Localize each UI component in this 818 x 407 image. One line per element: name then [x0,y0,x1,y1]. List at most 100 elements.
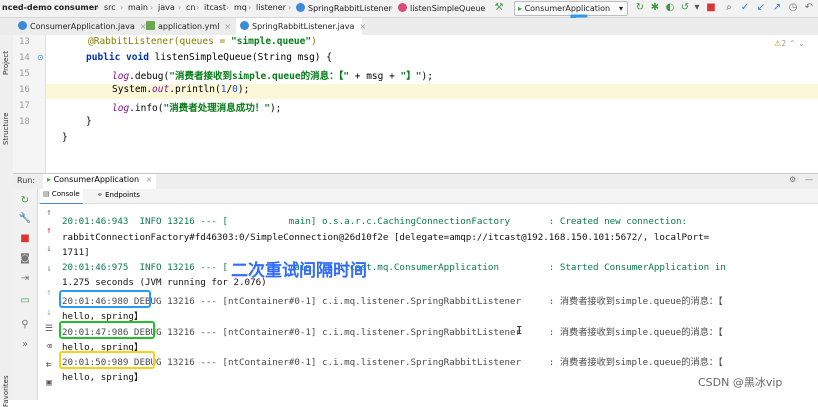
tab-endpoints[interactable]: ⚭ Endpoints [94,190,143,200]
revert-icon[interactable]: ↶ [802,1,816,15]
project-tool-tab[interactable]: Project [2,51,10,75]
search-everywhere-icon[interactable]: ⌕ [722,1,736,15]
code-line: log.debug("消费者接收到simple.queue的消息：【" + ms… [112,71,433,82]
yaml-file-icon [146,21,155,30]
console-icon: ▤ [43,190,50,198]
tab-console[interactable]: ▤ Console [40,189,83,205]
breadcrumb-mq[interactable]: mq [234,3,247,12]
tab-label: ConsumerApplication.java [30,22,135,31]
breadcrumb-cn[interactable]: cn [186,3,195,12]
filter-icon[interactable]: ☰ [42,324,56,334]
chevron-up-icon[interactable]: ⌃ [789,39,796,48]
line-number: 13 [19,37,30,47]
code-line: log.info("消费者处理消息成功！"); [112,103,282,114]
rerun-icon[interactable]: ↻ [18,195,32,206]
more-run-options-icon[interactable]: ▾ [690,1,704,15]
breadcrumb-itcast[interactable]: itcast [204,3,226,12]
tab-label: application.yml [158,22,220,31]
exit-icon[interactable]: ⇥ [18,273,32,284]
vcs-commit-icon[interactable]: ↙ [754,1,768,15]
tab-endpoints-label: Endpoints [105,191,140,199]
coverage-icon[interactable]: ◐ [663,1,677,15]
history-icon[interactable]: ◷ [786,1,800,15]
tab-consumer-application[interactable]: ConsumerApplication.java × [14,18,147,35]
console-output[interactable]: ↑ ↑ ↓ ⇂ ↑ ↓ ☰ ⌫ ⇇ ▣ 20:01:46:943 INFO 13… [38,204,818,400]
console-line: 20:01:46:980 DEBUG 13216 --- [ntContaine… [62,296,723,307]
code-editor[interactable]: @RabbitListener(queues = "simple.queue")… [46,35,818,173]
tab-application-yml[interactable]: application.yml × [142,18,236,35]
breadcrumb-project[interactable]: nced-demo [2,3,52,12]
vcs-update-icon[interactable]: ✓ [738,1,752,15]
tab-label: SpringRabbitListener.java [252,22,355,31]
close-icon[interactable]: × [146,175,153,184]
console-line: 1711] [62,247,90,258]
settings-icon[interactable]: ⇇ [42,360,56,370]
run-toolbar: Run: ▸ ConsumerApplication × ⚙ — [13,173,818,191]
breadcrumb-java[interactable]: java [158,3,175,12]
scroll-to-end-icon[interactable]: ↑ [42,288,56,298]
trash-icon[interactable]: ▣ [42,378,56,388]
breadcrumb-src[interactable]: src [104,3,116,12]
method-icon [398,3,407,12]
minimize-icon[interactable]: — [805,175,813,184]
inspection-count: 2 [781,39,787,48]
code-line: } [62,132,68,143]
inspection-widget[interactable]: ⚠2 ⌃ ⌄ [774,39,805,48]
watermark: CSDN @黑冰vip [698,376,783,389]
console-line: 20:01:50:989 DEBUG 13216 --- [ntContaine… [62,357,723,368]
class-icon [296,3,305,12]
chevron-down-icon[interactable]: ⌄ [798,39,805,48]
vcs-push-icon[interactable]: ↗ [770,1,784,15]
breadcrumb-listener[interactable]: listener [256,3,286,12]
wrench-icon[interactable]: 🔧 [18,213,32,224]
line-number: 18 [19,117,30,127]
print-icon[interactable]: ↓ [42,308,56,318]
tab-console-label: Console [51,190,80,198]
navigation-bar: nced-demo › consumer › src › main › java… [0,0,818,18]
line-number: 17 [19,101,30,111]
endpoints-icon: ⚭ [97,191,103,199]
run-config-tab-label: ConsumerApplication [53,175,140,184]
restore-layout-icon[interactable]: ▭ [18,295,32,306]
close-icon[interactable]: × [224,22,231,31]
code-line: public void listenSimpleQueue(String msg… [86,52,332,63]
camera-icon[interactable]: ◙ [18,253,32,264]
debug-icon[interactable]: ✱ [648,1,662,15]
settings-gear-icon[interactable]: ⚙ [789,175,796,184]
breadcrumb-method[interactable]: listenSimpleQueue [398,3,485,13]
favorites-tool-tab[interactable]: Favorites [2,375,10,407]
breadcrumb-main[interactable]: main [128,3,148,12]
clear-all-icon[interactable]: ⌫ [42,342,56,352]
code-line: System.out.println(1/0); [112,84,250,95]
console-line: hello, spring】 [62,311,144,322]
left-tool-strip: Project Structure Favorites [0,35,14,407]
class-icon [18,21,27,30]
line-number: 16 [19,85,30,95]
pin-icon[interactable]: ⚲ [18,319,32,330]
more-icon[interactable]: » [18,339,32,350]
console-line: 20:01:47:986 DEBUG 13216 --- [ntContaine… [62,327,723,338]
structure-tool-tab[interactable]: Structure [2,112,10,145]
breadcrumb-class[interactable]: SpringRabbitListener [296,3,392,13]
breadcrumb-class-label: SpringRabbitListener [308,4,392,13]
breadcrumb-method-label: listenSimpleQueue [410,4,486,13]
breadcrumb-module[interactable]: consumer [54,3,98,12]
close-icon[interactable]: × [359,22,366,31]
stop-icon[interactable]: ■ [18,233,32,244]
soft-wrap-icon[interactable]: ⇂ [42,264,56,274]
highlight-box-blue [59,290,151,308]
build-hammer-icon[interactable]: ⚒ [492,1,506,15]
line-number: 14 [19,53,30,63]
stop-icon[interactable]: ■ [704,1,718,15]
line-number: 15 [19,69,30,79]
down-arrow-icon[interactable]: ↓ [42,244,56,254]
scroll-up-icon[interactable]: ↑ [42,208,56,218]
editor-tabs: ConsumerApplication.java × application.ym… [0,18,818,37]
gutter-method-icon[interactable]: ⊙ [37,53,44,62]
console-line: hello, spring】 [62,372,144,383]
rerun-icon[interactable]: ↻ [633,1,647,15]
up-arrow-icon[interactable]: ↑ [42,226,56,236]
highlight-box-yellow [59,351,155,369]
spring-boot-icon: ▸ [47,175,52,184]
annotation-overlay-text: 二次重试间隔时间 [231,261,367,281]
